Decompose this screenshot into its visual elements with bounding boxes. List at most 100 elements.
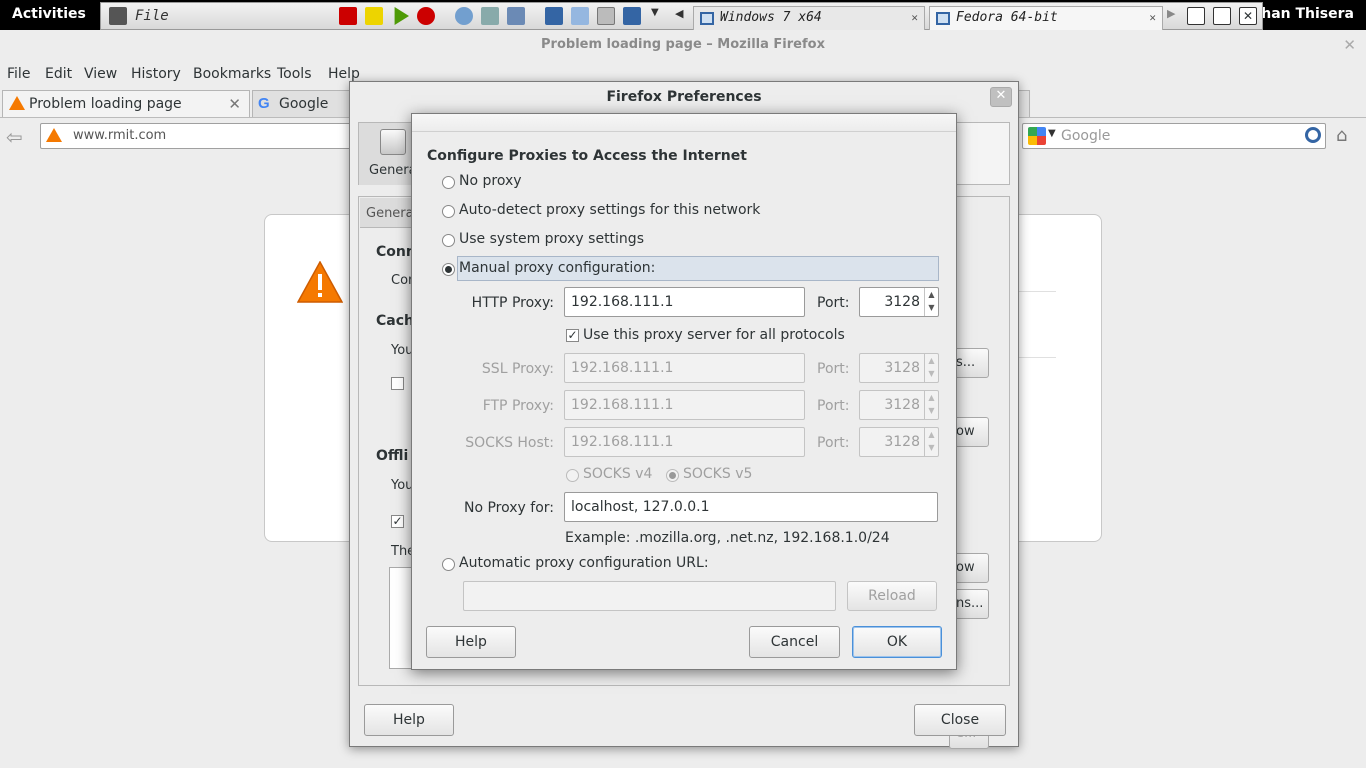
cache-checkbox[interactable] bbox=[391, 377, 404, 390]
stop-icon[interactable] bbox=[339, 7, 357, 25]
ftp-proxy-label: FTP Proxy: bbox=[482, 398, 554, 414]
no-proxy-for-input[interactable]: localhost, 127.0.0.1 bbox=[564, 492, 938, 522]
chevron-down-icon[interactable]: ▼ bbox=[1048, 128, 1056, 139]
vm-file-menu[interactable]: File bbox=[135, 8, 169, 24]
menu-view[interactable]: View bbox=[84, 66, 117, 82]
menu-bookmarks[interactable]: Bookmarks bbox=[193, 66, 271, 82]
window-icon[interactable] bbox=[571, 7, 589, 25]
close-icon[interactable]: ✕ bbox=[911, 11, 918, 24]
vm-tab-windows7[interactable]: Windows 7 x64 ✕ bbox=[693, 6, 925, 30]
google-icon[interactable] bbox=[1028, 127, 1046, 145]
use-all-protocols-checkbox[interactable]: ✓ bbox=[566, 329, 579, 342]
warning-icon bbox=[46, 128, 62, 142]
fullscreen-icon[interactable] bbox=[545, 7, 563, 25]
ssl-proxy-input[interactable]: 192.168.111.1 bbox=[564, 353, 805, 383]
http-proxy-label: HTTP Proxy: bbox=[471, 295, 554, 311]
window-title: Problem loading page – Mozilla Firefox bbox=[0, 30, 1366, 60]
switches-icon bbox=[380, 129, 406, 155]
close-icon[interactable]: ✕ bbox=[228, 95, 241, 113]
snapshot-icon[interactable] bbox=[455, 7, 473, 25]
use-all-protocols-label: Use this proxy server for all protocols bbox=[583, 327, 845, 343]
example-hint: Example: .mozilla.org, .net.nz, 192.168.… bbox=[565, 530, 890, 546]
search-placeholder: Google bbox=[1061, 128, 1111, 144]
activities-button[interactable]: Activities bbox=[12, 6, 86, 22]
user-menu[interactable]: shan Thisera bbox=[1253, 6, 1354, 22]
ftp-port-label: Port: bbox=[817, 398, 850, 414]
reload-button[interactable]: Reload bbox=[847, 581, 937, 611]
ftp-proxy-input[interactable]: 192.168.111.1 bbox=[564, 390, 805, 420]
ssl-proxy-label: SSL Proxy: bbox=[481, 361, 554, 377]
radio-button[interactable] bbox=[442, 234, 455, 247]
http-port-label: Port: bbox=[817, 295, 850, 311]
new-tab-button[interactable] bbox=[1018, 90, 1030, 117]
spinner-arrows-icon[interactable]: ▲ ▼ bbox=[924, 354, 938, 382]
pin-icon[interactable] bbox=[109, 7, 127, 25]
dialog-heading: Configure Proxies to Access the Internet bbox=[427, 148, 747, 164]
tab-problem-loading[interactable]: Problem loading page ✕ bbox=[2, 90, 250, 117]
cancel-button[interactable]: Cancel bbox=[749, 626, 840, 658]
tab-google[interactable]: G Google bbox=[252, 90, 352, 117]
section-offline: Offli bbox=[376, 448, 409, 464]
radio-button[interactable] bbox=[666, 469, 679, 482]
help-button[interactable]: Help bbox=[426, 626, 516, 658]
general-pane-button[interactable]: Genera bbox=[359, 123, 419, 185]
close-icon[interactable]: ✕ bbox=[1343, 36, 1356, 54]
pause-icon[interactable] bbox=[365, 7, 383, 25]
chevron-down-icon[interactable]: ▼ bbox=[651, 7, 669, 25]
warning-icon bbox=[9, 96, 25, 110]
menu-history[interactable]: History bbox=[131, 66, 181, 82]
spinner-arrows-icon[interactable]: ▲ ▼ bbox=[924, 391, 938, 419]
radio-button[interactable] bbox=[442, 176, 455, 189]
move-icon[interactable] bbox=[597, 7, 615, 25]
vm-icon bbox=[936, 12, 950, 25]
menu-edit[interactable]: Edit bbox=[45, 66, 72, 82]
ok-button[interactable]: OK bbox=[852, 626, 942, 658]
menu-tools[interactable]: Tools bbox=[277, 66, 312, 82]
dialog-title: Firefox Preferences bbox=[606, 89, 762, 105]
radio-button[interactable] bbox=[442, 205, 455, 218]
reset-icon[interactable] bbox=[417, 7, 435, 25]
url-bar[interactable]: www.rmit.com bbox=[40, 123, 380, 149]
close-button[interactable]: Close bbox=[914, 704, 1006, 736]
close-icon[interactable]: ✕ bbox=[1239, 7, 1257, 25]
help-button[interactable]: Help bbox=[364, 704, 454, 736]
search-bar[interactable]: ▼ Google bbox=[1022, 123, 1326, 149]
section-connection: Conn bbox=[376, 244, 416, 260]
screen-icon[interactable] bbox=[623, 7, 641, 25]
radio-button[interactable] bbox=[566, 469, 579, 482]
dialog-titlebar bbox=[412, 114, 956, 132]
spinner-arrows-icon[interactable]: ▲ ▼ bbox=[924, 288, 938, 316]
vm-toolbar: File ▼ ◀ Windows 7 x64 ✕ Fedora 64-bit ✕… bbox=[100, 2, 1263, 30]
http-proxy-input[interactable]: 192.168.111.1 bbox=[564, 287, 805, 317]
offline-checkbox[interactable]: ✓ bbox=[391, 515, 404, 528]
close-icon[interactable]: ✕ bbox=[1149, 11, 1156, 24]
radio-button[interactable] bbox=[442, 558, 455, 571]
ftp-port-spinner[interactable]: 3128 ▲ ▼ bbox=[859, 390, 939, 420]
home-icon[interactable]: ⌂ bbox=[1336, 125, 1347, 146]
socks-port-spinner[interactable]: 3128 ▲ ▼ bbox=[859, 427, 939, 457]
play-icon[interactable] bbox=[394, 7, 409, 25]
auto-proxy-url-input[interactable] bbox=[463, 581, 836, 611]
manage-icon[interactable] bbox=[507, 7, 525, 25]
google-icon: G bbox=[258, 95, 270, 112]
back-arrow-icon[interactable]: ⇦ bbox=[6, 125, 23, 149]
minimize-icon[interactable] bbox=[1187, 7, 1205, 25]
search-icon[interactable] bbox=[1305, 127, 1321, 143]
ssl-port-spinner[interactable]: 3128 ▲ ▼ bbox=[859, 353, 939, 383]
menu-help[interactable]: Help bbox=[328, 66, 360, 82]
socks-port-label: Port: bbox=[817, 435, 850, 451]
connection-settings-dialog: Configure Proxies to Access the Internet… bbox=[411, 113, 957, 670]
menu-file[interactable]: File bbox=[7, 66, 30, 82]
socks-host-input[interactable]: 192.168.111.1 bbox=[564, 427, 805, 457]
scroll-left-icon[interactable]: ◀ bbox=[675, 7, 693, 25]
radio-button[interactable] bbox=[442, 263, 455, 276]
revert-icon[interactable] bbox=[481, 7, 499, 25]
scroll-right-icon[interactable]: ▶ bbox=[1167, 7, 1185, 25]
spinner-arrows-icon[interactable]: ▲ ▼ bbox=[924, 428, 938, 456]
section-cache: Cach bbox=[376, 313, 414, 329]
restore-icon[interactable] bbox=[1213, 7, 1231, 25]
http-port-spinner[interactable]: 3128 ▲ ▼ bbox=[859, 287, 939, 317]
close-icon[interactable]: ✕ bbox=[990, 87, 1012, 107]
vm-tab-fedora[interactable]: Fedora 64-bit ✕ bbox=[929, 6, 1163, 30]
ssl-port-label: Port: bbox=[817, 361, 850, 377]
